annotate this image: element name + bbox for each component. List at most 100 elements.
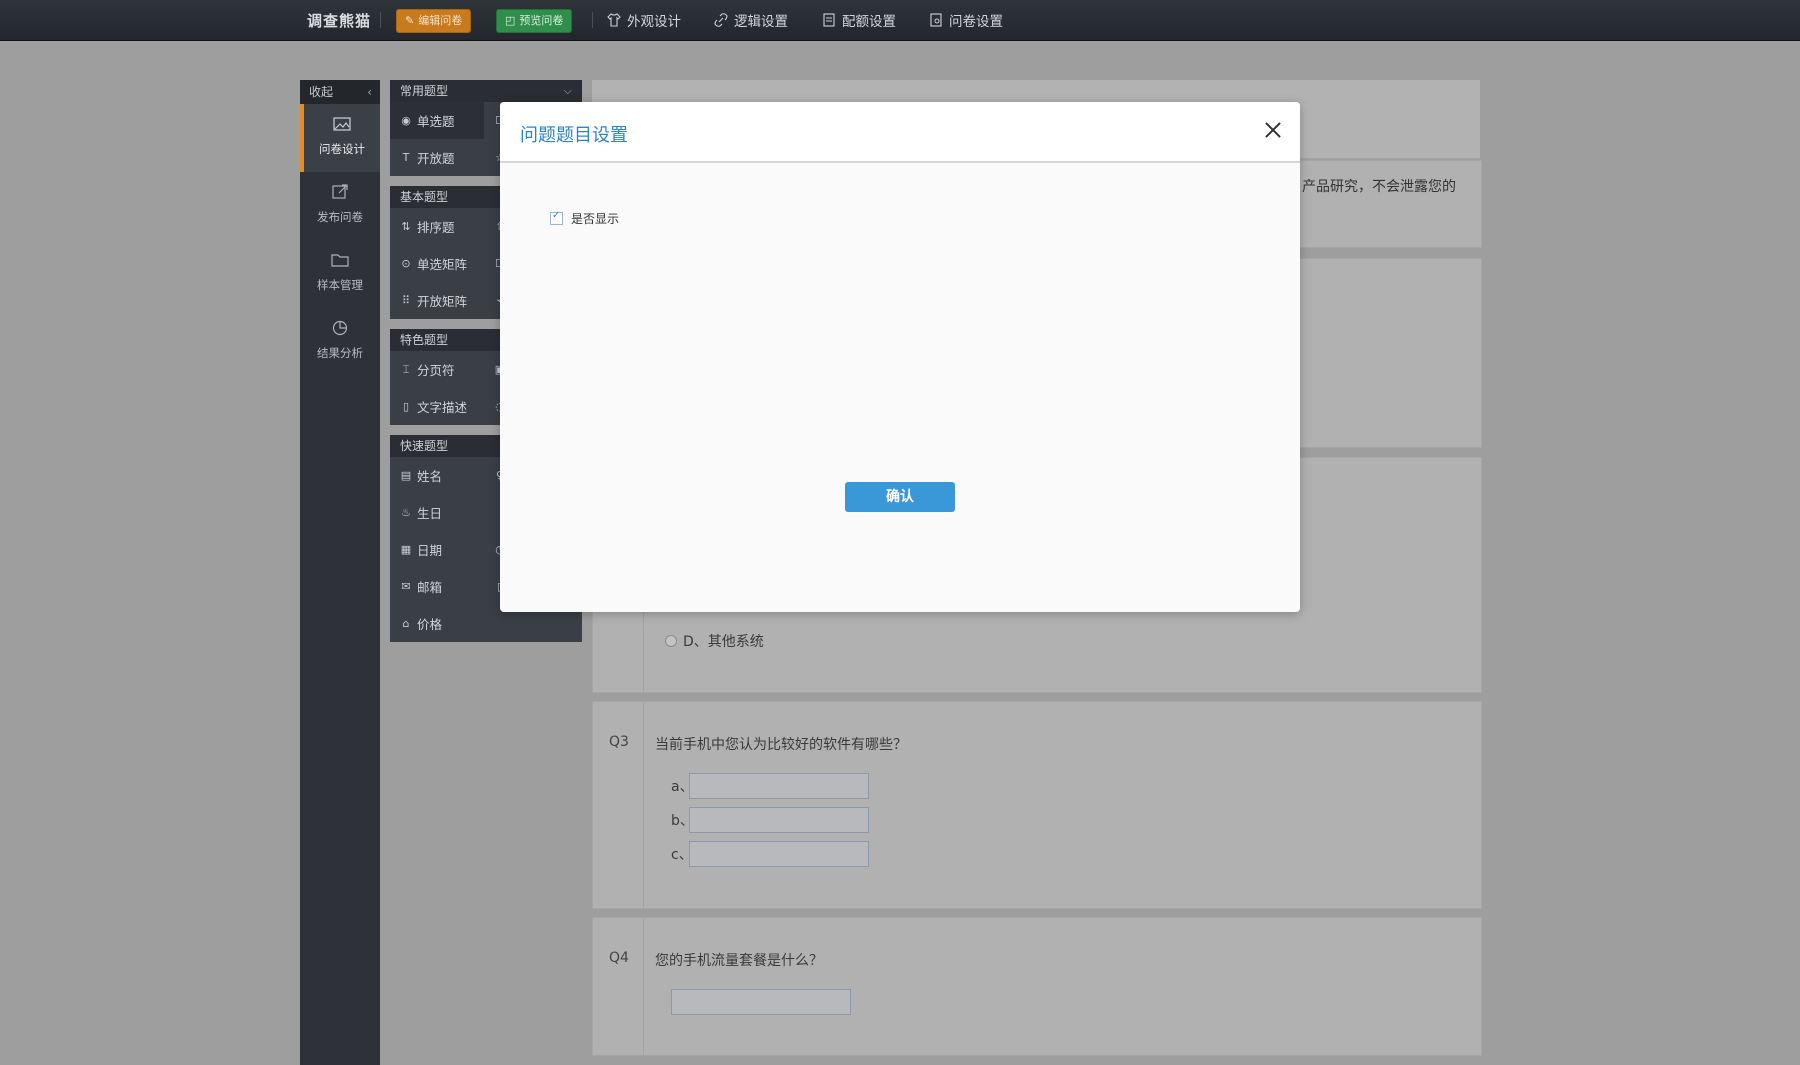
type-date[interactable]: ▦ 日期 (400, 531, 442, 568)
appearance-design-label: 外观设计 (627, 14, 681, 30)
type-email[interactable]: ✉ 邮箱 (400, 568, 442, 605)
quota-settings-link[interactable]: 配额设置 (822, 10, 896, 30)
mail-icon: ✉ (401, 580, 411, 593)
price-tag-icon: ⌂ (402, 617, 410, 630)
question-number-column (593, 918, 644, 1055)
question-number-column (593, 702, 644, 908)
type-label: 分页符 (417, 363, 455, 378)
option-label: D、其他系统 (683, 634, 764, 650)
page-break-icon: ⌶ (402, 362, 410, 376)
type-label: 文字描述 (417, 400, 468, 415)
link-icon (714, 13, 728, 27)
logic-settings-label: 逻辑设置 (734, 14, 788, 30)
survey-settings-link[interactable]: 问卷设置 (929, 10, 1003, 30)
type-birthday[interactable]: ♨ 生日 (400, 494, 442, 531)
group-title: 快速题型 (400, 439, 449, 453)
type-single-matrix[interactable]: ⊙ 单选矩阵 (400, 245, 467, 282)
question-card-q4[interactable]: Q4 您的手机流量套餐是什么？ (592, 917, 1482, 1056)
type-single-choice[interactable]: ◉ 单选题 (390, 102, 484, 139)
type-label: 开放题 (417, 151, 455, 166)
type-page-break[interactable]: ⌶ 分页符 (400, 351, 455, 388)
settings-doc-icon (929, 13, 943, 27)
logic-settings-link[interactable]: 逻辑设置 (714, 10, 788, 30)
confirm-button[interactable]: 确认 (845, 482, 955, 512)
group-title: 特色题型 (400, 333, 449, 347)
nav-label: 结果分析 (317, 346, 363, 360)
type-open-matrix[interactable]: ⠿ 开放矩阵 (400, 282, 467, 319)
type-label: 邮箱 (417, 580, 443, 595)
dialog-title: 问题题目设置 (520, 125, 628, 146)
dialog-header: 问题题目设置 (500, 102, 1300, 163)
group-title: 常用题型 (400, 84, 449, 98)
nav-survey-design[interactable]: 问卷设计 (300, 104, 380, 172)
edit-survey-label: 编辑问卷 (418, 14, 463, 27)
nav-label: 问卷设计 (319, 142, 365, 156)
cake-icon: ♨ (401, 506, 411, 519)
type-label: 排序题 (417, 220, 455, 235)
image-icon (304, 116, 380, 134)
edit-icon: ✎ (405, 14, 415, 27)
type-label: 价格 (417, 617, 443, 632)
type-name[interactable]: ▤ 姓名 (400, 457, 442, 494)
calendar-icon: ▦ (400, 543, 412, 556)
group-header[interactable]: 常用题型 ⌵ (390, 80, 582, 102)
type-label: 日期 (417, 543, 443, 558)
nav-label: 样本管理 (317, 278, 363, 292)
question-number: Q3 (609, 734, 629, 750)
id-card-icon: ▤ (400, 469, 412, 482)
blank-input-b[interactable] (689, 807, 869, 833)
type-label: 单选题 (417, 114, 455, 129)
shirt-icon (607, 13, 621, 27)
answer-input[interactable] (671, 989, 851, 1015)
question-text[interactable]: 当前手机中您认为比较好的软件有哪些？ (655, 734, 907, 754)
type-price[interactable]: ⌂ 价格 (400, 605, 443, 642)
radio-button[interactable] (665, 635, 677, 647)
left-nav: 收起 ‹ 问卷设计 发布问卷 样本管理 结果分析 (300, 80, 380, 1065)
radio-icon: ◉ (401, 114, 411, 127)
quota-icon (822, 13, 836, 27)
divider (380, 12, 381, 28)
show-toggle[interactable]: 是否显示 (550, 210, 619, 227)
nav-publish-survey[interactable]: 发布问卷 (300, 172, 380, 240)
close-icon[interactable] (1262, 119, 1284, 141)
folder-icon (300, 252, 380, 270)
quota-settings-label: 配额设置 (842, 14, 896, 30)
preview-survey-label: 预览问卷 (519, 14, 564, 27)
nav-result-analysis[interactable]: 结果分析 (300, 308, 380, 376)
checkbox-label: 是否显示 (571, 212, 620, 226)
sort-icon: ⇅ (401, 220, 411, 233)
blank-input-c[interactable] (689, 841, 869, 867)
collapse-button[interactable]: 收起 ‹ (300, 80, 380, 104)
preview-icon: ◰ (505, 14, 516, 27)
top-bar: 调查熊猫 ✎ 编辑问卷 ◰ 预览问卷 外观设计 逻辑设置 配额设置 问卷设置 (0, 0, 1800, 41)
text-icon: T (402, 151, 410, 164)
chevron-down-icon: ⌵ (563, 84, 572, 97)
option-d[interactable]: D、其他系统 (665, 631, 764, 651)
divider (592, 12, 593, 28)
type-ranking[interactable]: ⇅ 排序题 (400, 208, 455, 245)
brand-logo: 调查熊猫 (307, 12, 372, 30)
blank-input-a[interactable] (689, 773, 869, 799)
appearance-design-link[interactable]: 外观设计 (607, 10, 681, 30)
type-label: 生日 (417, 506, 443, 521)
type-text-description[interactable]: ▯ 文字描述 (400, 388, 467, 425)
nav-label: 发布问卷 (317, 210, 363, 224)
survey-intro-text: 产品研究，不会泄露您的 (1302, 179, 1456, 195)
grid-icon: ⠿ (401, 294, 411, 307)
text-block-icon: ▯ (402, 400, 410, 413)
group-title: 基本题型 (400, 190, 449, 204)
question-text[interactable]: 您的手机流量套餐是什么？ (655, 950, 823, 970)
nav-sample-management[interactable]: 样本管理 (300, 240, 380, 308)
question-card-q3[interactable]: Q3 当前手机中您认为比较好的软件有哪些？ a、 b、 c、 (592, 701, 1482, 909)
type-label: 单选矩阵 (417, 257, 468, 272)
radio-matrix-icon: ⊙ (401, 257, 411, 270)
show-checkbox[interactable] (550, 210, 563, 225)
survey-settings-label: 问卷设置 (949, 14, 1003, 30)
collapse-label: 收起 (309, 85, 334, 99)
share-icon (300, 184, 380, 202)
question-number: Q4 (609, 950, 629, 966)
edit-survey-button[interactable]: ✎ 编辑问卷 (396, 9, 472, 33)
preview-survey-button[interactable]: ◰ 预览问卷 (496, 9, 573, 33)
type-label: 开放矩阵 (417, 294, 468, 309)
type-open-question[interactable]: T 开放题 (400, 139, 455, 176)
